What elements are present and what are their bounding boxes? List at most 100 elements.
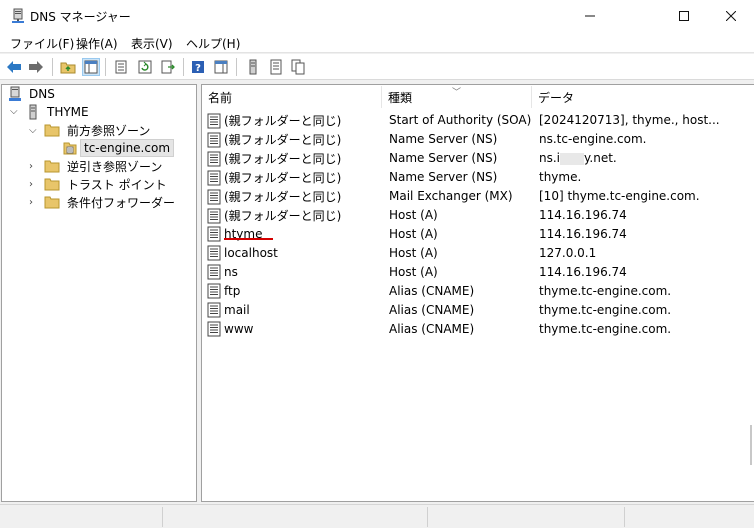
close-icon [726, 10, 736, 21]
minimize-icon [585, 15, 595, 16]
menu-view[interactable]: 表示(V) [131, 35, 173, 52]
record-name: (親フォルダーと同じ) [224, 209, 342, 223]
table-row[interactable]: (親フォルダーと同じ) Start of Authority (SOA) [2024… [206, 111, 751, 130]
help-button[interactable]: ? [189, 58, 207, 76]
chevron-down-icon[interactable]: ⌵ [29, 126, 39, 136]
table-row[interactable]: (親フォルダーと同じ) Name Server (NS) thyme. [206, 168, 751, 187]
folder-icon [44, 196, 60, 209]
show-action-pane-button[interactable] [212, 58, 230, 76]
menu-action[interactable]: 操作(A) [76, 35, 118, 52]
table-row[interactable]: ftp Alias (CNAME) thyme.tc-engine.com. [206, 282, 751, 301]
close-button[interactable] [708, 0, 754, 31]
menu-bar: ファイル(F) 操作(A) 表示(V) ヘルプ(H) [0, 31, 754, 53]
refresh-button[interactable] [136, 58, 154, 76]
record-name-cell: mail [207, 302, 250, 318]
record-icon [207, 208, 221, 223]
record-name-cell: (親フォルダーと同じ) [207, 207, 341, 224]
record-icon [207, 170, 221, 185]
record-data: 114.16.196.74 [539, 227, 627, 241]
scroll-grip[interactable] [750, 425, 752, 465]
back-icon [7, 61, 21, 73]
record-name-cell: ns [207, 264, 238, 280]
vertical-scroll-area[interactable] [742, 85, 754, 501]
up-folder-icon [60, 62, 76, 74]
svg-text:?: ? [195, 63, 201, 74]
menu-file[interactable]: ファイル(F) [10, 35, 74, 52]
table-row[interactable]: ns Host (A) 114.16.196.74 [206, 263, 751, 282]
tree-label: 前方参照ゾーン [67, 123, 151, 138]
back-button[interactable] [5, 58, 23, 76]
chevron-right-icon[interactable]: › [29, 198, 39, 208]
tree-node-server[interactable]: THYME [26, 103, 92, 121]
record-name: www [224, 322, 254, 336]
tree-node-conditional-forwarders[interactable]: 条件付フォワーダー [44, 193, 178, 211]
chevron-down-icon[interactable]: ⌵ [10, 107, 20, 117]
tree-node-zone[interactable]: tc-engine.com [62, 139, 175, 157]
tree-node-trust-points[interactable]: トラスト ポイント [44, 175, 170, 193]
help-icon: ? [192, 61, 204, 74]
console-tree: DNS ⌵ THYME ⌵ 前方参照ゾーン tc-engine.com › 逆引… [1, 84, 197, 502]
table-row[interactable]: (親フォルダーと同じ) Mail Exchanger (MX) [10] thyme… [206, 187, 751, 206]
record-data: 127.0.0.1 [539, 246, 597, 260]
table-row[interactable]: htyme Host (A) 114.16.196.74 [206, 225, 751, 244]
record-icon [207, 321, 221, 337]
toolbar-separator [236, 58, 237, 76]
column-header-name[interactable]: 名前 [202, 86, 382, 108]
record-icon [207, 302, 221, 318]
record-type: Host (A) [389, 208, 438, 222]
refresh-icon [138, 60, 152, 74]
toolbar-separator [183, 58, 184, 76]
record-name-cell: ftp [207, 283, 240, 299]
copy-button[interactable] [289, 58, 307, 76]
zone-list-button[interactable] [267, 58, 285, 76]
record-name: ns [224, 265, 238, 279]
show-action-pane-icon [214, 60, 228, 74]
record-list: 名前 種類 データ ﹀ (親フォルダーと同じ) Start of Authorit… [201, 84, 754, 502]
properties-button[interactable] [112, 58, 130, 76]
chevron-right-icon[interactable]: › [29, 180, 39, 190]
record-name-cell: www [207, 321, 253, 337]
menu-help[interactable]: ヘルプ(H) [186, 35, 240, 52]
maximize-icon [679, 10, 689, 21]
table-row[interactable]: (親フォルダーと同じ) Name Server (NS) ns.i y.net. [206, 149, 751, 168]
status-segment [0, 507, 163, 527]
tree-node-dns[interactable]: DNS [8, 85, 58, 103]
table-row[interactable]: www Alias (CNAME) thyme.tc-engine.com. [206, 320, 751, 339]
folder-icon [44, 124, 60, 137]
record-icon [207, 264, 221, 280]
minimize-button[interactable] [567, 0, 613, 31]
folder-icon [44, 178, 60, 191]
record-type: Mail Exchanger (MX) [389, 189, 513, 203]
export-list-button[interactable] [159, 58, 177, 76]
server-button[interactable] [244, 58, 262, 76]
record-data: ns.tc-engine.com. [539, 132, 647, 146]
show-tree-icon [84, 60, 98, 74]
show-hide-tree-button[interactable] [82, 58, 100, 76]
tree-node-reverse-lookup-zones[interactable]: 逆引き参照ゾーン [44, 157, 165, 175]
window-title: DNS マネージャー [30, 10, 131, 24]
record-name: (親フォルダーと同じ) [224, 114, 342, 128]
dns-icon [9, 86, 21, 101]
table-row[interactable]: localhost Host (A) 127.0.0.1 [206, 244, 751, 263]
maximize-button[interactable] [661, 0, 707, 31]
record-name-cell: (親フォルダーと同じ) [207, 131, 341, 148]
toolbar-separator [105, 58, 106, 76]
table-row[interactable]: mail Alias (CNAME) thyme.tc-engine.com. [206, 301, 751, 320]
record-type: Host (A) [389, 265, 438, 279]
tree-label: トラスト ポイント [67, 177, 167, 192]
tree-node-forward-lookup-zones[interactable]: 前方参照ゾーン [44, 121, 153, 139]
table-row[interactable]: (親フォルダーと同じ) Name Server (NS) ns.tc-engine.… [206, 130, 751, 149]
record-data: thyme.tc-engine.com. [539, 322, 672, 336]
status-segment [428, 507, 625, 527]
column-header-data[interactable]: データ [532, 86, 754, 108]
table-row[interactable]: (親フォルダーと同じ) Host (A) 114.16.196.74 [206, 206, 751, 225]
forward-button[interactable] [27, 58, 45, 76]
up-one-level-button[interactable] [59, 58, 77, 76]
chevron-right-icon[interactable]: › [29, 162, 39, 172]
record-type: Name Server (NS) [389, 151, 498, 165]
export-list-icon [161, 60, 175, 74]
record-type: Name Server (NS) [389, 132, 498, 146]
record-data: [10] thyme.tc-engine.com. [539, 189, 700, 203]
record-data: thyme. [539, 170, 582, 184]
record-name-cell: (親フォルダーと同じ) [207, 112, 341, 129]
